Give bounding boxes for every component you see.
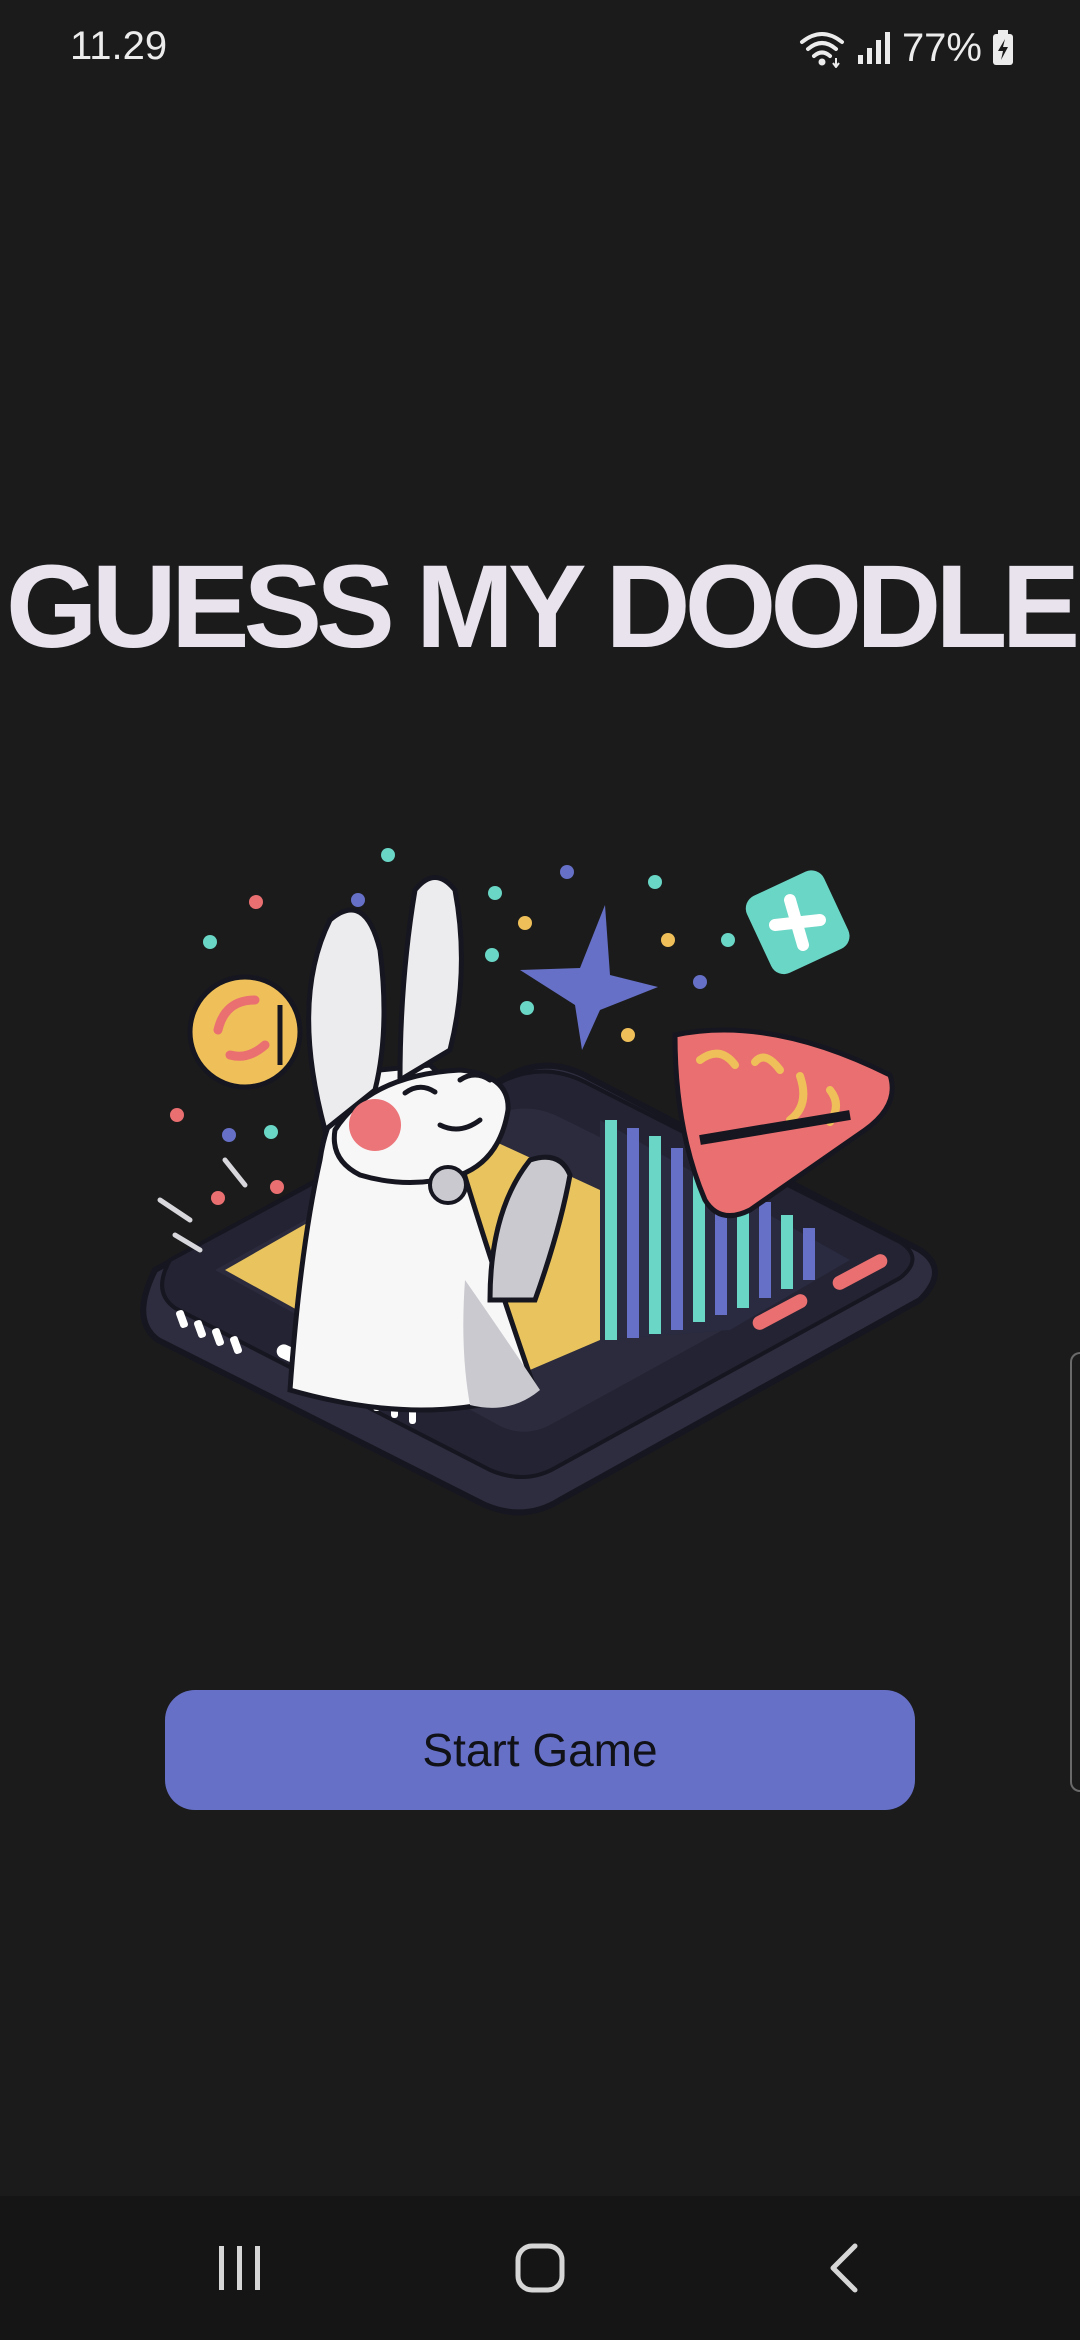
- start-game-button[interactable]: Start Game: [165, 1690, 915, 1810]
- app-title: GUESS MY DOODLE: [5, 541, 1080, 673]
- home-icon: [515, 2243, 565, 2293]
- status-time: 11.29: [70, 24, 168, 68]
- status-bar: 11.29 77%: [0, 0, 1080, 96]
- recent-apps-button[interactable]: [195, 2232, 285, 2304]
- signal-icon: [857, 32, 890, 64]
- back-button[interactable]: [800, 2232, 890, 2304]
- battery-charging-icon: [993, 30, 1013, 65]
- navigation-bar: [0, 2196, 1080, 2340]
- battery-percentage: 77%: [901, 25, 982, 70]
- home-button[interactable]: [495, 2232, 585, 2304]
- back-icon: [830, 2243, 858, 2293]
- edge-panel-handle[interactable]: [1070, 1352, 1080, 1792]
- bunny-in-phone-illustration: [140, 848, 938, 1516]
- recent-apps-icon: [219, 2246, 260, 2290]
- wifi-icon: [799, 32, 844, 68]
- status-icons: 77%: [798, 22, 1014, 74]
